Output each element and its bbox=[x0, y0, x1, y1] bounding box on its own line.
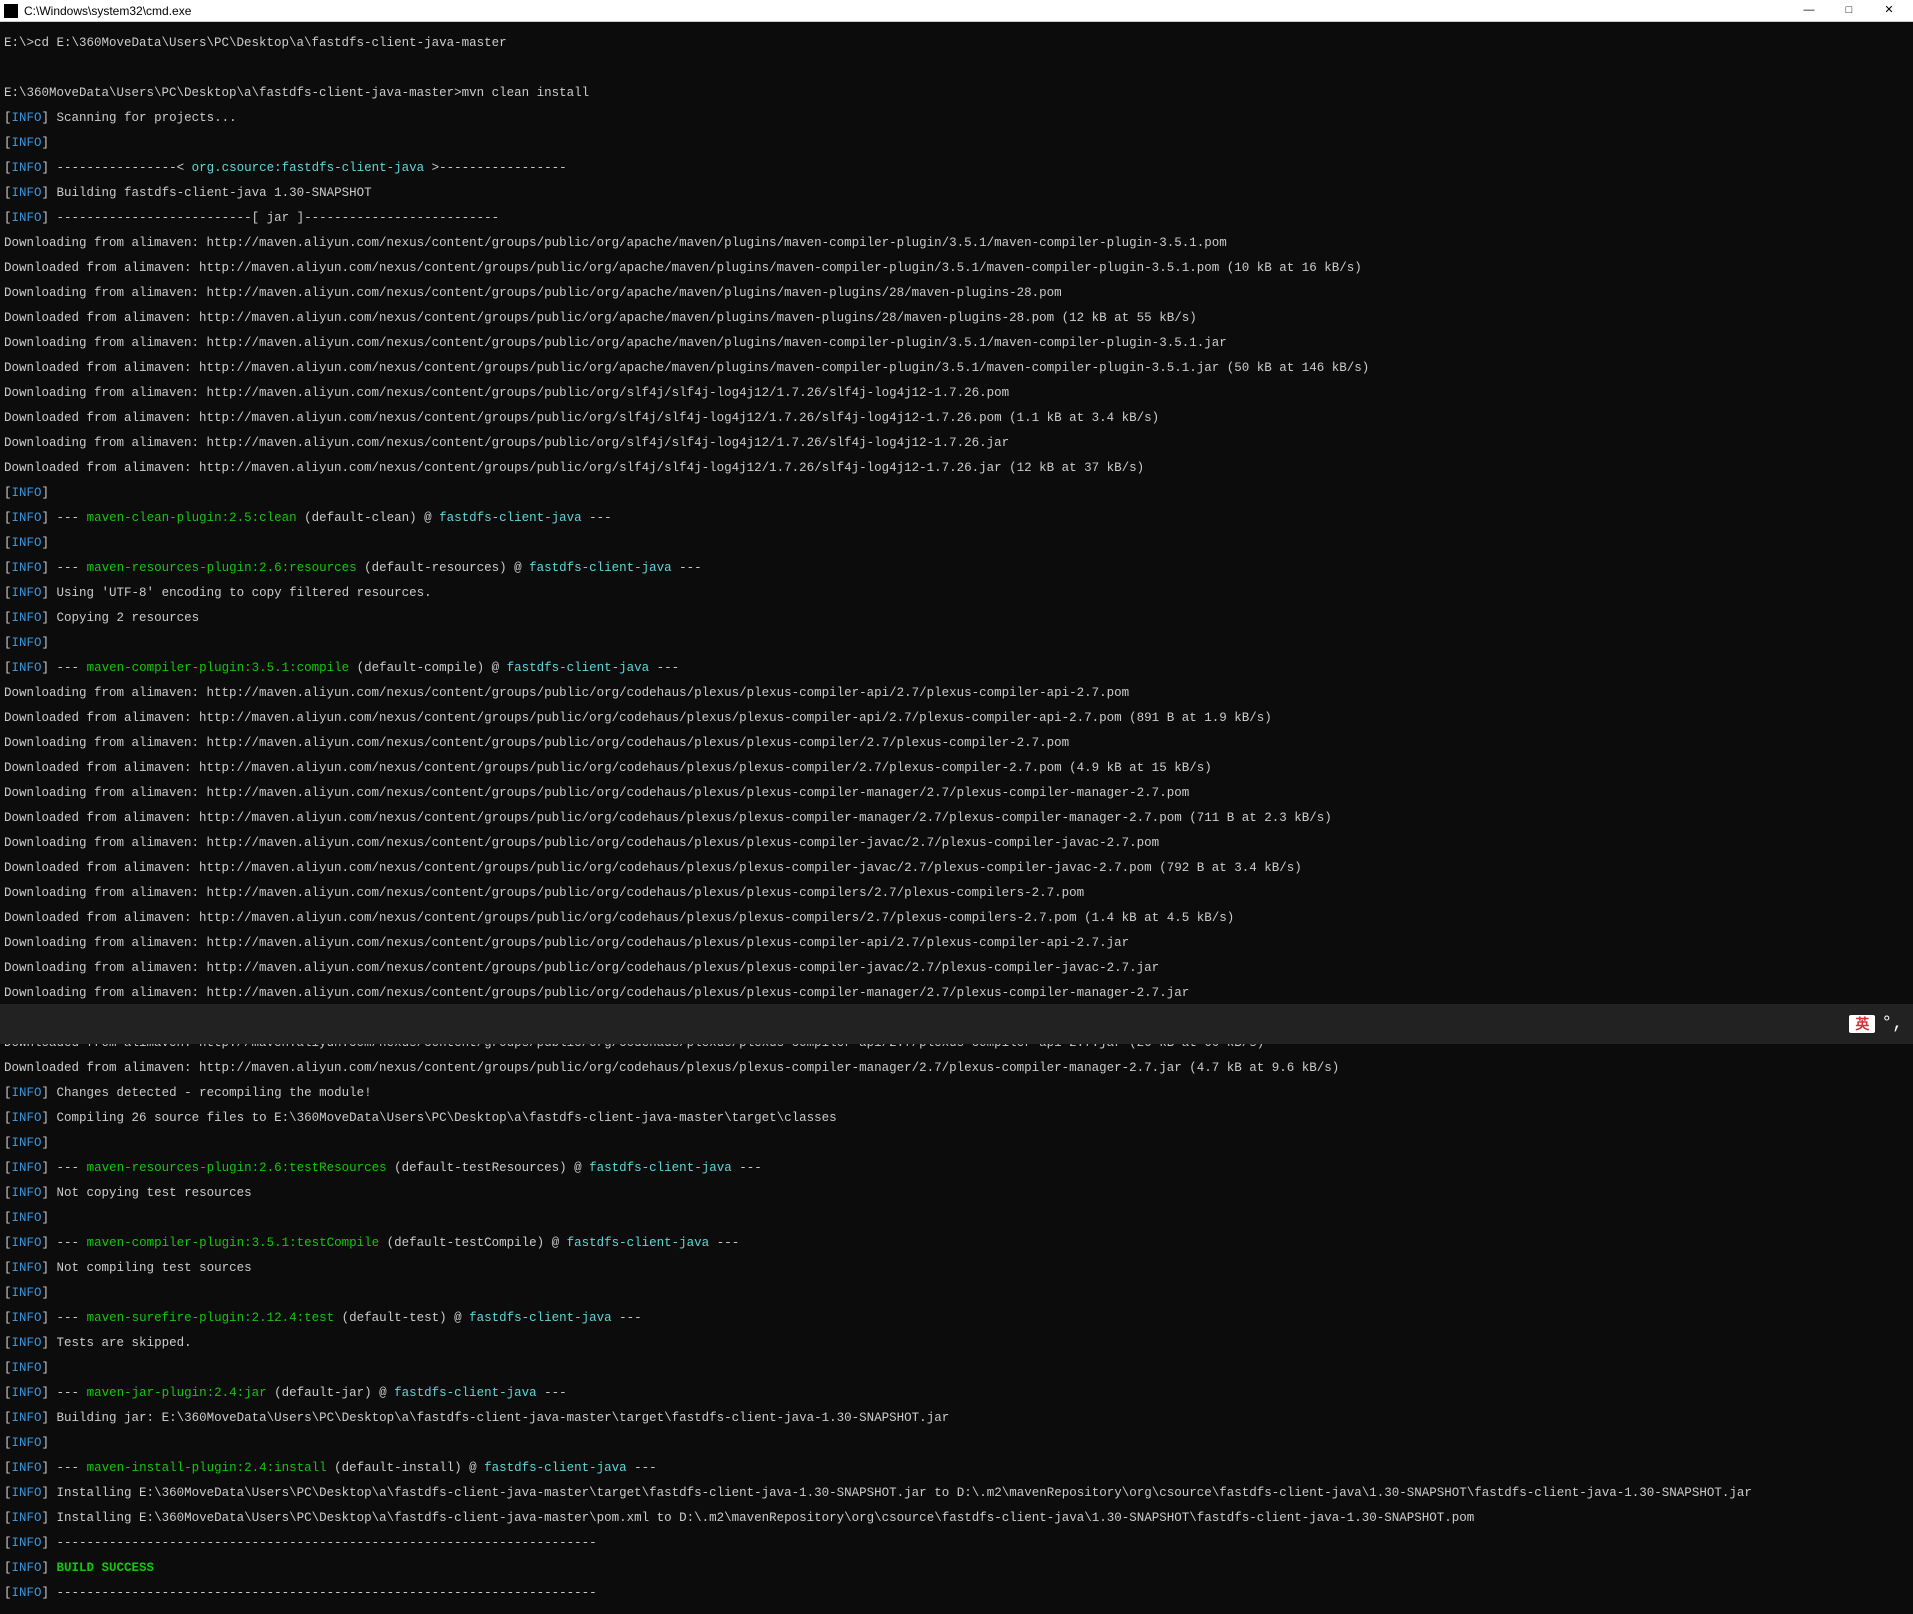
window-controls: — □ ✕ bbox=[1789, 0, 1909, 22]
download-line: Downloading from alimaven: http://maven.… bbox=[4, 687, 1909, 700]
ime-punct-icon[interactable]: °, bbox=[1881, 1015, 1903, 1033]
terminal-output[interactable]: E:\>cd E:\360MoveData\Users\PC\Desktop\a… bbox=[0, 22, 1913, 1614]
download-line: Downloading from alimaven: http://maven.… bbox=[4, 287, 1909, 300]
download-line: Downloaded from alimaven: http://maven.a… bbox=[4, 712, 1909, 725]
download-line: Downloading from alimaven: http://maven.… bbox=[4, 787, 1909, 800]
download-line: Downloading from alimaven: http://maven.… bbox=[4, 887, 1909, 900]
minimize-button[interactable]: — bbox=[1789, 0, 1829, 22]
window-titlebar: C:\Windows\system32\cmd.exe — □ ✕ bbox=[0, 0, 1913, 22]
download-line: Downloaded from alimaven: http://maven.a… bbox=[4, 862, 1909, 875]
download-line: Downloading from alimaven: http://maven.… bbox=[4, 337, 1909, 350]
download-line: Downloaded from alimaven: http://maven.a… bbox=[4, 412, 1909, 425]
download-line: Downloaded from alimaven: http://maven.a… bbox=[4, 762, 1909, 775]
download-line: Downloaded from alimaven: http://maven.a… bbox=[4, 262, 1909, 275]
cmd-icon bbox=[4, 4, 18, 18]
taskbar: 英 °, bbox=[0, 1004, 1913, 1044]
download-line: Downloading from alimaven: http://maven.… bbox=[4, 237, 1909, 250]
download-line: Downloading from alimaven: http://maven.… bbox=[4, 737, 1909, 750]
window-title: C:\Windows\system32\cmd.exe bbox=[24, 5, 1789, 17]
prompt-path: E:\360MoveData\Users\PC\Desktop\a\fastdf… bbox=[4, 86, 462, 100]
build-success: BUILD SUCCESS bbox=[57, 1561, 155, 1575]
download-line: Downloaded from alimaven: http://maven.a… bbox=[4, 362, 1909, 375]
download-line: Downloading from alimaven: http://maven.… bbox=[4, 437, 1909, 450]
download-line: Downloaded from alimaven: http://maven.a… bbox=[4, 462, 1909, 475]
command-line: E:\>cd E:\360MoveData\Users\PC\Desktop\a… bbox=[4, 37, 1909, 50]
download-line: Downloading from alimaven: http://maven.… bbox=[4, 962, 1909, 975]
download-line: Downloading from alimaven: http://maven.… bbox=[4, 987, 1909, 1000]
download-line: Downloading from alimaven: http://maven.… bbox=[4, 837, 1909, 850]
maximize-button[interactable]: □ bbox=[1829, 0, 1869, 22]
download-line: Downloaded from alimaven: http://maven.a… bbox=[4, 912, 1909, 925]
download-line: Downloading from alimaven: http://maven.… bbox=[4, 937, 1909, 950]
command-text: mvn clean install bbox=[462, 86, 590, 100]
ime-indicator[interactable]: 英 bbox=[1849, 1015, 1875, 1033]
download-line: Downloaded from alimaven: http://maven.a… bbox=[4, 812, 1909, 825]
download-line: Downloading from alimaven: http://maven.… bbox=[4, 387, 1909, 400]
download-line: Downloaded from alimaven: http://maven.a… bbox=[4, 1062, 1909, 1075]
close-button[interactable]: ✕ bbox=[1869, 0, 1909, 22]
download-line: Downloaded from alimaven: http://maven.a… bbox=[4, 312, 1909, 325]
